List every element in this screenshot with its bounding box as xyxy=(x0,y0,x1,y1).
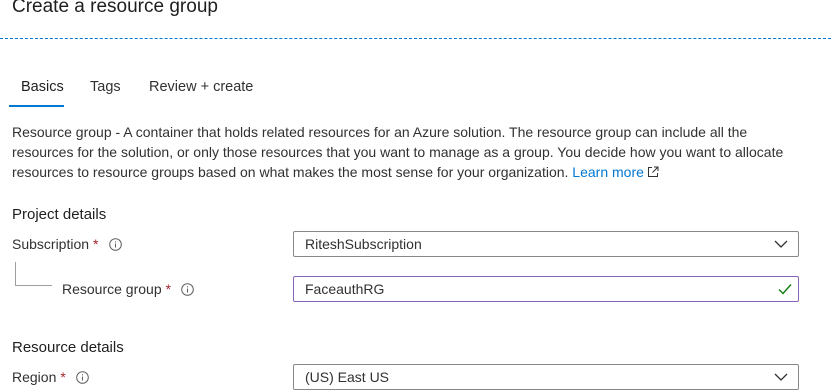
resource-group-value: FaceauthRG xyxy=(305,281,385,297)
tab-review-create[interactable]: Review + create xyxy=(149,79,253,95)
description-lead: Resource group xyxy=(12,124,112,140)
title-divider xyxy=(0,38,831,39)
resource-group-label-text: Resource group xyxy=(62,281,162,297)
description-text: - A container that holds related resourc… xyxy=(12,124,784,180)
subscription-select[interactable]: RiteshSubscription xyxy=(293,231,799,257)
info-icon[interactable] xyxy=(76,370,89,384)
required-marker: * xyxy=(60,369,66,385)
region-label-text: Region xyxy=(12,369,57,385)
required-marker: * xyxy=(93,236,99,252)
region-select[interactable]: (US) East US xyxy=(293,364,799,390)
chevron-down-icon xyxy=(774,240,788,248)
learn-more-link[interactable]: Learn more xyxy=(572,164,659,180)
external-link-icon xyxy=(647,166,659,177)
checkmark-icon xyxy=(778,284,792,295)
page-title: Create a resource group xyxy=(12,0,218,17)
region-label: Region * xyxy=(12,369,89,385)
required-marker: * xyxy=(165,281,172,297)
subscription-label: Subscription * xyxy=(12,236,122,252)
info-icon[interactable] xyxy=(108,237,122,251)
tab-basics[interactable]: Basics xyxy=(21,79,64,95)
resource-group-label: Resource group * xyxy=(62,281,194,297)
subscription-label-text: Subscription xyxy=(12,236,90,252)
description: Resource group - A container that holds … xyxy=(12,122,802,182)
subscription-value: RiteshSubscription xyxy=(305,236,422,252)
hierarchy-connector xyxy=(15,262,52,286)
chevron-down-icon xyxy=(774,373,788,381)
info-icon[interactable] xyxy=(181,282,194,296)
region-value: (US) East US xyxy=(305,369,390,385)
learn-more-label: Learn more xyxy=(572,164,644,180)
resource-details-heading: Resource details xyxy=(12,339,124,356)
active-tab-indicator xyxy=(9,105,64,107)
tab-tags[interactable]: Tags xyxy=(90,79,121,95)
project-details-heading: Project details xyxy=(12,206,107,223)
resource-group-input[interactable]: FaceauthRG xyxy=(293,276,799,302)
